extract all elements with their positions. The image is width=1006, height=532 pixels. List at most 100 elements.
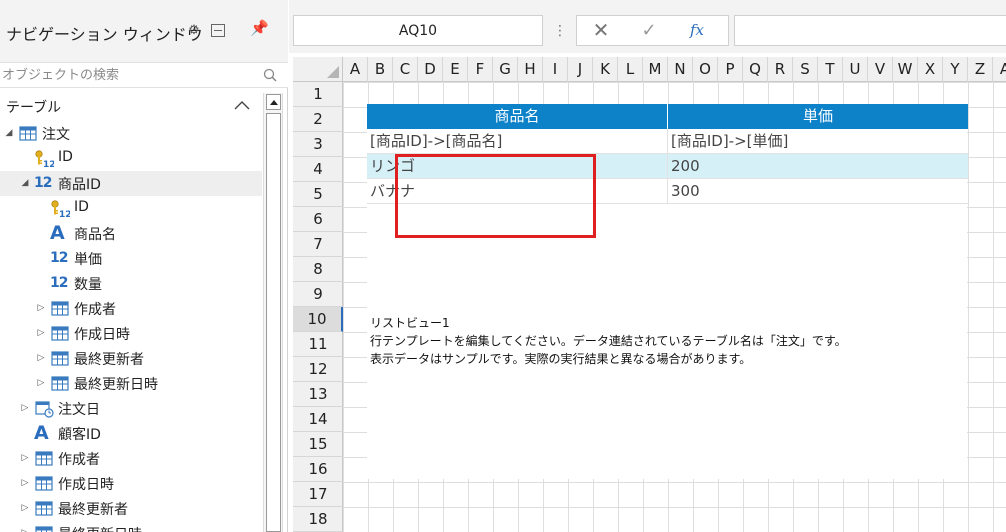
column-header[interactable]: M bbox=[643, 57, 668, 82]
tree-item[interactable]: ▷ 最終更新者 bbox=[0, 346, 262, 371]
formula-bar-grip-icon[interactable]: ⋮ bbox=[553, 22, 567, 40]
gear-icon[interactable]: ⚙ bbox=[187, 24, 201, 38]
column-header[interactable]: I bbox=[543, 57, 568, 82]
pin-icon[interactable]: 📌 bbox=[250, 21, 269, 36]
column-header[interactable]: S bbox=[793, 57, 818, 82]
tree-item[interactable]: ▷ 作成者 bbox=[0, 446, 262, 471]
tree-item[interactable]: A 顧客ID bbox=[0, 421, 262, 446]
column-header[interactable]: R bbox=[768, 57, 793, 82]
tree-item[interactable]: 12 単価 bbox=[0, 246, 262, 271]
column-header[interactable]: G bbox=[493, 57, 518, 82]
row-header[interactable]: 14 bbox=[293, 407, 343, 432]
collapsed-arrow-icon[interactable]: ▷ bbox=[36, 328, 46, 338]
tree-item[interactable]: ▷ 作成日時 bbox=[0, 471, 262, 496]
row-header[interactable]: 12 bbox=[293, 357, 343, 382]
column-header[interactable]: K bbox=[593, 57, 618, 82]
column-header[interactable]: N bbox=[668, 57, 693, 82]
column-header[interactable]: O bbox=[693, 57, 718, 82]
collapsed-arrow-icon[interactable]: ▷ bbox=[20, 503, 30, 513]
object-search-input[interactable] bbox=[2, 66, 252, 85]
data-cell-unit-price[interactable]: 300 bbox=[668, 179, 968, 204]
collapsed-arrow-icon[interactable]: ▷ bbox=[20, 528, 30, 532]
tree-item[interactable]: 12 数量 bbox=[0, 271, 262, 296]
column-header[interactable]: A bbox=[993, 57, 1006, 82]
row-header[interactable]: 4 bbox=[293, 157, 343, 182]
collapsed-arrow-icon[interactable]: ▷ bbox=[36, 353, 46, 363]
row-header[interactable]: 8 bbox=[293, 257, 343, 282]
column-header[interactable]: B bbox=[368, 57, 393, 82]
tree-item[interactable]: ◢ 注文 bbox=[0, 121, 262, 146]
row-header[interactable]: 7 bbox=[293, 232, 343, 257]
column-header[interactable]: V bbox=[868, 57, 893, 82]
column-header[interactable]: L bbox=[618, 57, 643, 82]
tree-item[interactable]: ◢ 12 商品ID bbox=[0, 171, 262, 196]
row-header[interactable]: 16 bbox=[293, 457, 343, 482]
column-header[interactable]: Z bbox=[968, 57, 993, 82]
scroll-thumb[interactable] bbox=[266, 113, 281, 532]
tree-item[interactable]: A 商品名 bbox=[0, 221, 262, 246]
row-header[interactable]: 17 bbox=[293, 482, 343, 507]
column-header[interactable]: T bbox=[818, 57, 843, 82]
column-header[interactable]: C bbox=[393, 57, 418, 82]
tree-item[interactable]: ▷ 注文日 bbox=[0, 396, 262, 421]
row-header[interactable]: 11 bbox=[293, 332, 343, 357]
column-header[interactable]: P bbox=[718, 57, 743, 82]
cancel-icon[interactable]: ✕ bbox=[581, 16, 621, 45]
name-box[interactable]: AQ10 bbox=[293, 15, 543, 46]
row-header[interactable]: 10 bbox=[293, 307, 343, 332]
collapsed-arrow-icon[interactable]: ▷ bbox=[20, 403, 30, 413]
tree-item[interactable]: ▷ 最終更新日時 bbox=[0, 371, 262, 396]
row-header[interactable]: 3 bbox=[293, 132, 343, 157]
row-header[interactable]: 9 bbox=[293, 282, 343, 307]
collapsed-arrow-icon[interactable]: ▷ bbox=[36, 303, 46, 313]
select-all-corner[interactable] bbox=[293, 57, 343, 82]
template-cell-unit-price[interactable]: [商品ID]->[単価] bbox=[668, 129, 968, 154]
column-header[interactable]: Q bbox=[743, 57, 768, 82]
column-header[interactable]: E bbox=[443, 57, 468, 82]
column-header[interactable]: F bbox=[468, 57, 493, 82]
header-cell-product-name[interactable]: 商品名 bbox=[367, 104, 667, 129]
scroll-up-button[interactable] bbox=[266, 94, 281, 110]
collapsed-arrow-icon[interactable]: ▷ bbox=[36, 378, 46, 388]
row-header[interactable]: 18 bbox=[293, 507, 343, 532]
row-header[interactable]: 1 bbox=[293, 82, 343, 107]
minimize-icon[interactable] bbox=[211, 24, 225, 37]
tables-section-header[interactable]: テーブル bbox=[0, 93, 262, 119]
tree-scrollbar[interactable] bbox=[263, 93, 283, 532]
expanded-arrow-icon[interactable]: ◢ bbox=[4, 128, 14, 138]
text-icon: A bbox=[50, 222, 65, 244]
column-header[interactable]: H bbox=[518, 57, 543, 82]
tree-item[interactable]: ▷ 最終更新者 bbox=[0, 496, 262, 521]
column-header[interactable]: A bbox=[343, 57, 368, 82]
column-header[interactable]: Y bbox=[943, 57, 968, 82]
tree-item[interactable]: ▷ 作成日時 bbox=[0, 321, 262, 346]
tree-item[interactable]: ▷ 作成者 bbox=[0, 296, 262, 321]
row-header[interactable]: 5 bbox=[293, 182, 343, 207]
header-cell-unit-price[interactable]: 単価 bbox=[668, 104, 968, 129]
insert-function-button[interactable]: fx bbox=[677, 16, 717, 45]
row-header[interactable]: 15 bbox=[293, 432, 343, 457]
chevron-up-icon[interactable] bbox=[232, 96, 252, 114]
row-header[interactable]: 2 bbox=[293, 107, 343, 132]
column-header[interactable]: W bbox=[893, 57, 918, 82]
template-cell-product-name[interactable]: [商品ID]->[商品名] bbox=[367, 129, 668, 154]
data-cell-unit-price[interactable]: 200 bbox=[668, 154, 968, 179]
collapsed-arrow-icon[interactable]: ▷ bbox=[20, 478, 30, 488]
collapsed-arrow-icon[interactable]: ▷ bbox=[20, 453, 30, 463]
search-icon[interactable] bbox=[263, 68, 277, 82]
formula-input[interactable] bbox=[734, 15, 1006, 46]
cell-grid[interactable]: 商品名 単価 [商品ID]->[商品名] [商品ID]->[単価] リンゴ 20… bbox=[343, 82, 1006, 532]
tree-item[interactable]: 12 ID bbox=[0, 196, 262, 221]
row-header[interactable]: 13 bbox=[293, 382, 343, 407]
row-header[interactable]: 6 bbox=[293, 207, 343, 232]
tree-item[interactable]: ▷ 最終更新日時 bbox=[0, 521, 262, 532]
column-header[interactable]: J bbox=[568, 57, 593, 82]
expanded-arrow-icon[interactable]: ◢ bbox=[20, 178, 30, 188]
object-search-box bbox=[0, 62, 288, 88]
column-header[interactable]: D bbox=[418, 57, 443, 82]
tree-item[interactable]: 12 ID bbox=[0, 146, 262, 171]
check-icon[interactable]: ✓ bbox=[629, 16, 669, 45]
table-icon bbox=[34, 499, 54, 518]
column-header[interactable]: U bbox=[843, 57, 868, 82]
column-header[interactable]: X bbox=[918, 57, 943, 82]
